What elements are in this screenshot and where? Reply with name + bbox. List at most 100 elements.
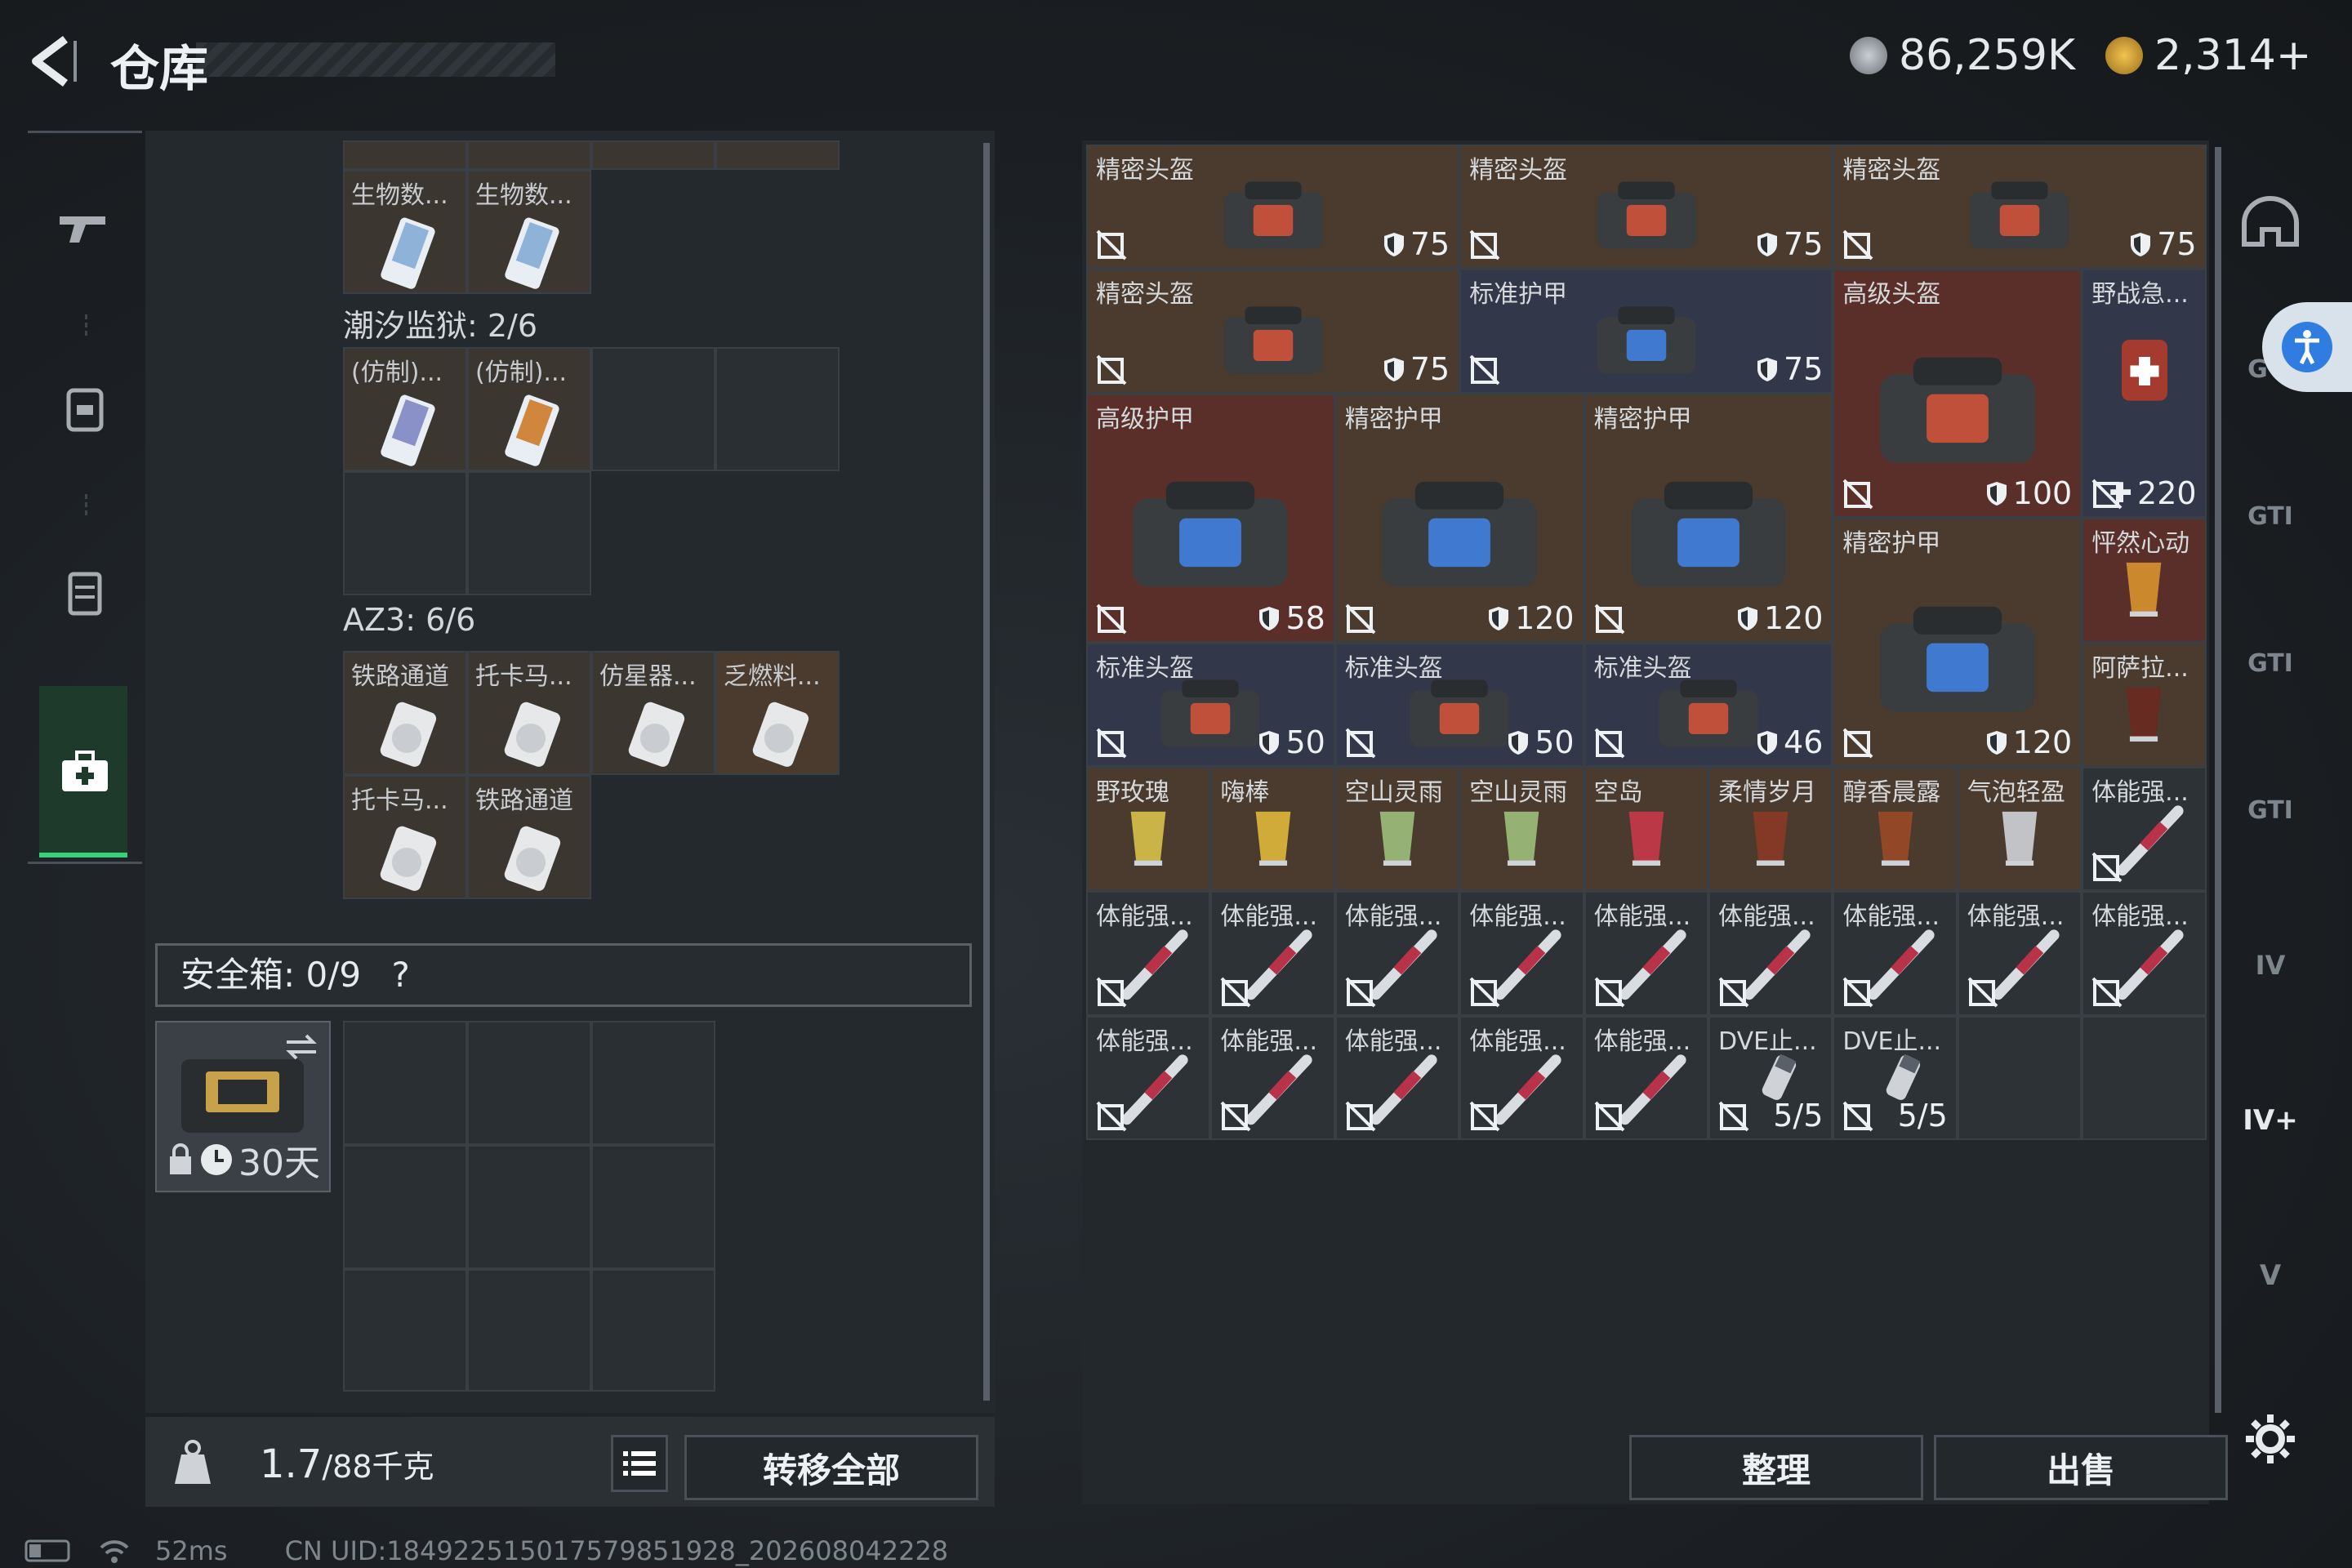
first-aid-item[interactable]: 野战急... ✚ 220 — [2082, 269, 2207, 519]
item-slot[interactable]: (仿制)... — [343, 347, 467, 471]
item-slot[interactable]: 仿星器... — [591, 651, 715, 775]
helmet-item[interactable]: 精密头盔 75 — [1833, 145, 2207, 270]
drink-item[interactable]: 阿萨拉... — [2082, 642, 2207, 767]
back-arrow-icon[interactable] — [24, 33, 82, 90]
empty-slot[interactable] — [343, 471, 467, 595]
drink-item[interactable]: 柔情岁月 — [1708, 767, 1833, 892]
injector-item[interactable]: 体能强... — [1334, 891, 1460, 1016]
armor-item[interactable]: 精密护甲 120 — [1833, 518, 2082, 767]
organize-button[interactable]: 整理 — [1629, 1435, 1923, 1500]
item-slot[interactable]: (仿制)... — [467, 347, 591, 471]
injector-item[interactable]: 体能强... — [1957, 891, 2082, 1016]
drink-item[interactable]: 野玫瑰 — [1086, 767, 1211, 892]
empty-slot[interactable] — [1957, 1015, 2082, 1141]
empty-slot[interactable] — [343, 1145, 467, 1269]
armor-item[interactable]: 精密护甲 120 — [1334, 393, 1584, 643]
biodata-vial-icon — [505, 217, 559, 289]
list-view-button[interactable] — [611, 1435, 668, 1492]
empty-slot[interactable] — [2082, 1015, 2207, 1141]
nav-gti4[interactable]: GTI — [2230, 769, 2311, 851]
drink-icon — [2127, 687, 2162, 742]
helmet-item[interactable]: 标准头盔 50 — [1334, 642, 1584, 767]
item-slot[interactable]: 生物数... — [467, 170, 591, 294]
drink-item[interactable]: 气泡轻盈 — [1957, 767, 2082, 892]
empty-slot[interactable] — [591, 347, 715, 471]
injector-item[interactable]: 体能强... — [1833, 891, 1958, 1016]
injector-item[interactable]: 体能强... — [1584, 891, 1708, 1016]
empty-slot[interactable] — [467, 471, 591, 595]
injector-item[interactable]: 体能强... — [1708, 891, 1833, 1016]
currency-triangle[interactable]: 2,314+ — [2105, 31, 2311, 80]
item-slot[interactable]: 铁路通道 — [343, 651, 467, 775]
drink-item[interactable]: 嗨棒 — [1210, 767, 1335, 892]
injector-item[interactable]: 体能强... — [1210, 1015, 1335, 1141]
item-slot[interactable]: 托卡马... — [467, 651, 591, 775]
injector-item[interactable]: 体能强... — [2082, 891, 2207, 1016]
item-slot-partial[interactable] — [591, 140, 715, 170]
item-slot-partial[interactable] — [343, 140, 467, 170]
empty-slot[interactable] — [591, 1021, 715, 1145]
nav-v[interactable]: V — [2230, 1235, 2311, 1316]
drink-item[interactable]: 空岛 — [1584, 767, 1708, 892]
helmet-item[interactable]: 高级头盔 100 — [1833, 269, 2082, 519]
empty-slot[interactable] — [591, 1269, 715, 1392]
helmet-item[interactable]: 精密头盔 75 — [1086, 145, 1460, 270]
nav-iv[interactable]: IV — [2230, 924, 2311, 1006]
injector-item[interactable]: 体能强... — [1086, 1015, 1211, 1141]
sell-button[interactable]: 出售 — [1934, 1435, 2228, 1500]
armor-item[interactable]: 标准护甲 75 — [1459, 269, 1833, 394]
empty-slot[interactable] — [467, 1269, 591, 1392]
injector-item[interactable]: 体能强... — [1584, 1015, 1708, 1141]
helmet-item[interactable]: 标准头盔 50 — [1086, 642, 1335, 767]
item-value: 120 — [1736, 600, 1823, 636]
empty-slot[interactable] — [343, 1269, 467, 1392]
helmet-item[interactable]: 精密头盔 75 — [1459, 145, 1833, 270]
nav-gti3[interactable]: GTI — [2230, 622, 2311, 704]
drink-item[interactable]: 空山灵雨 — [1334, 767, 1460, 892]
helmet-item[interactable]: 标准头盔 46 — [1584, 642, 1833, 767]
injector-item[interactable]: 体能强... — [1459, 891, 1584, 1016]
empty-slot[interactable] — [343, 1021, 467, 1145]
armor-item[interactable]: 高级护甲 58 — [1086, 393, 1335, 643]
injector-item[interactable]: 体能强... — [1210, 891, 1335, 1016]
helmet-item[interactable]: 精密头盔 75 — [1086, 269, 1460, 394]
item-slot[interactable]: 托卡马... — [343, 775, 467, 899]
dve-item[interactable]: DVE止... 5/5 — [1833, 1015, 1958, 1141]
nav-gear[interactable] — [44, 368, 126, 449]
empty-slot[interactable] — [715, 347, 840, 471]
transfer-all-button[interactable]: 转移全部 — [684, 1435, 978, 1500]
injector-item[interactable]: 体能强... — [1459, 1015, 1584, 1141]
nav-gti2[interactable]: GTI — [2230, 475, 2311, 557]
injector-item[interactable]: 体能强... — [1334, 1015, 1460, 1141]
nav-container[interactable] — [44, 551, 126, 633]
accessibility-button[interactable] — [2262, 302, 2352, 392]
item-slot[interactable]: 乏燃料... — [715, 651, 840, 775]
settings-button[interactable] — [2230, 1398, 2311, 1480]
armor-class-icon: GTI — [2247, 501, 2293, 531]
armor-item[interactable]: 精密护甲 120 — [1584, 393, 1833, 643]
safebox-item[interactable]: 30天 — [155, 1021, 331, 1192]
item-slot-partial[interactable] — [467, 140, 591, 170]
empty-slot[interactable] — [467, 1021, 591, 1145]
armor-icon — [1880, 606, 2035, 712]
left-scrollbar[interactable] — [983, 143, 990, 1401]
safebox-header[interactable]: 安全箱: 0/9 ? — [155, 943, 972, 1007]
nav-weapons[interactable] — [44, 188, 126, 270]
empty-slot[interactable] — [591, 1145, 715, 1269]
item-slot[interactable]: 铁路通道 — [467, 775, 591, 899]
item-label: 体能强... — [1096, 1027, 1193, 1056]
item-label: 高级护甲 — [1096, 404, 1194, 434]
nav-helmet[interactable] — [2230, 181, 2311, 263]
nav-iv-plus[interactable]: IV+ — [2230, 1080, 2311, 1161]
drink-item[interactable]: 怦然心动 — [2082, 518, 2207, 643]
help-icon[interactable]: ? — [391, 955, 409, 995]
item-slot-partial[interactable] — [715, 140, 840, 170]
drink-item[interactable]: 空山灵雨 — [1459, 767, 1584, 892]
item-slot[interactable]: 生物数... — [343, 170, 467, 294]
injector-item[interactable]: 体能强... — [2082, 767, 2207, 892]
injector-item[interactable]: 体能强... — [1086, 891, 1211, 1016]
nav-medical[interactable] — [44, 731, 126, 813]
drink-item[interactable]: 醇香晨露 — [1833, 767, 1958, 892]
empty-slot[interactable] — [467, 1145, 591, 1269]
dve-item[interactable]: DVE止... 5/5 — [1708, 1015, 1833, 1141]
